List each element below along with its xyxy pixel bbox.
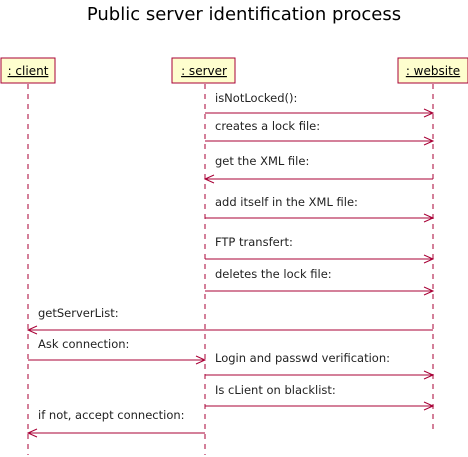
message-label: getServerList: (38, 306, 119, 320)
sequence-diagram: Public server identification process : c… (0, 4, 468, 455)
message-4: add itself in the XML file: (205, 195, 435, 223)
message-9: Login and passwd verification: (205, 351, 435, 380)
message-label: isNotLocked(): (215, 91, 297, 105)
message-1: isNotLocked(): (205, 91, 435, 118)
message-7: getServerList: (26, 306, 433, 335)
message-label: Ask connection: (38, 337, 129, 351)
message-label: FTP transfert: (215, 235, 293, 249)
message-3: get the XML file: (203, 154, 433, 184)
message-label: deletes the lock file: (215, 267, 332, 281)
participant-server-label: : server (181, 64, 227, 78)
message-label: creates a lock file: (215, 119, 320, 133)
message-2: creates a lock file: (205, 119, 435, 146)
message-6: deletes the lock file: (205, 267, 435, 296)
message-5: FTP transfert: (205, 235, 435, 264)
message-label: get the XML file: (215, 154, 309, 168)
diagram-title: Public server identification process (87, 4, 401, 25)
message-10: Is cLient on blacklist: (205, 383, 435, 411)
message-label: Is cLient on blacklist: (215, 383, 336, 397)
message-label: Login and passwd verification: (215, 351, 390, 365)
message-11: if not, accept connection: (26, 408, 205, 438)
participant-website-label: : website (406, 64, 460, 78)
message-8: Ask connection: (28, 337, 207, 365)
message-label: add itself in the XML file: (215, 195, 358, 209)
message-label: if not, accept connection: (38, 408, 185, 422)
participant-client-label: : client (8, 64, 49, 78)
